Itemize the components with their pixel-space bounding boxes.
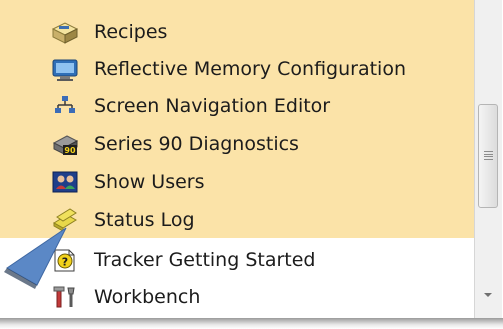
list-item-label: Workbench [94, 286, 201, 308]
vertical-scrollbar[interactable] [474, 0, 502, 318]
list-item-label: Status Log [94, 209, 195, 231]
list-item-label: Tracker Getting Started [94, 249, 316, 271]
list-item-label: Series 90 Diagnostics [94, 133, 299, 155]
show-users-icon [50, 168, 80, 196]
recipes-icon [50, 18, 80, 46]
series-90-badge-text: 90 [64, 146, 76, 155]
scrollbar-grip-icon [484, 151, 493, 160]
callout-arrow-icon [4, 227, 67, 289]
list-item-label: Reflective Memory Configuration [94, 58, 407, 80]
series-90-diagnostics-icon: 90 [50, 130, 80, 158]
reflective-memory-icon [50, 55, 80, 83]
list-item-label: Recipes [94, 21, 168, 43]
list-item-reflective-memory-configuration[interactable]: Reflective Memory Configuration [50, 51, 470, 87]
screen-navigation-icon [50, 92, 80, 120]
list-item-recipes[interactable]: Recipes [50, 14, 470, 50]
list-item-tracker-getting-started[interactable]: ? Tracker Getting Started [50, 242, 470, 278]
list-item-show-users[interactable]: Show Users [50, 164, 470, 200]
panel-bottom-shadow [0, 318, 503, 329]
list-item-series-90-diagnostics[interactable]: 90 Series 90 Diagnostics [50, 126, 470, 162]
list-item-screen-navigation-editor[interactable]: Screen Navigation Editor [50, 88, 470, 124]
list-item-status-log[interactable]: Status Log [50, 202, 470, 238]
scrollbar-thumb[interactable] [478, 104, 498, 208]
scroll-down-arrow-icon[interactable] [484, 293, 492, 297]
list-item-workbench[interactable]: Workbench [50, 279, 470, 315]
list-item-label: Screen Navigation Editor [94, 95, 331, 117]
list-item-label: Show Users [94, 171, 205, 193]
